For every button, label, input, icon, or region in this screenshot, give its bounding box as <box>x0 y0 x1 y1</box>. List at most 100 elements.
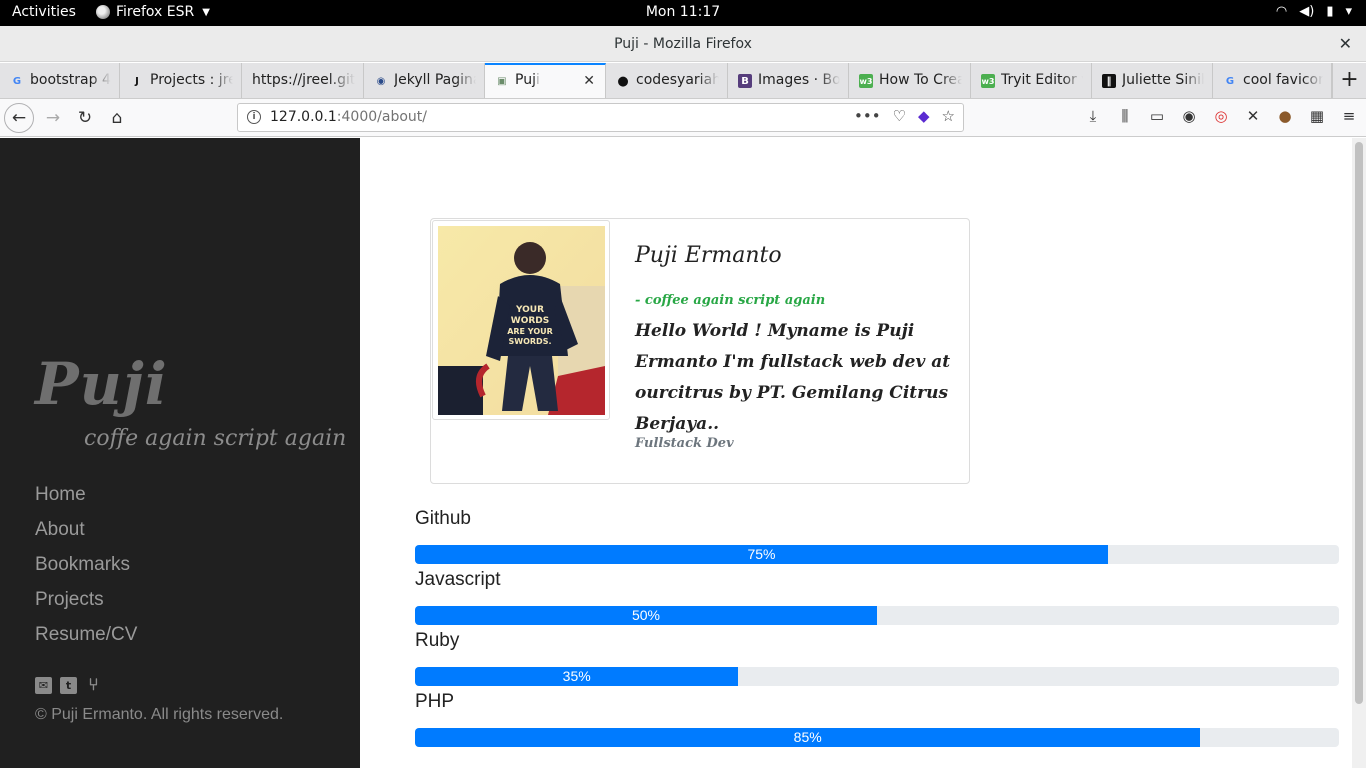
skill-label: Ruby <box>415 630 460 651</box>
url-path: :4000/about/ <box>336 109 427 125</box>
home-icon[interactable]: ⌂ <box>102 103 132 133</box>
tab-label: How To Crea <box>879 72 962 88</box>
bookmark-star-icon[interactable]: ☆ <box>942 107 955 125</box>
progress-bar: 35% <box>415 667 739 686</box>
tab-puji[interactable]: ▣ Puji ✕ <box>485 63 606 98</box>
battery-icon: ▮ <box>1326 4 1334 19</box>
window-close-icon[interactable]: ✕ <box>1339 34 1352 53</box>
tab-label: Tryit Editor v <box>1001 72 1083 88</box>
nav-toolbar: ← → ↻ ⌂ i 127.0.0.1:4000/about/ ••• ♡ ◆ … <box>0 99 1366 137</box>
progress-javascript: 50% <box>415 606 1339 625</box>
tab-projects[interactable]: J Projects : jre <box>120 63 242 98</box>
system-tray[interactable]: ◠ ◀) ▮ ▾ <box>1276 4 1352 19</box>
tab-label: Juliette Sinib <box>1122 72 1204 88</box>
email-icon[interactable]: ✉ <box>35 677 52 694</box>
site-nav: Home About Bookmarks Projects Resume/CV <box>35 484 137 659</box>
back-icon[interactable]: ← <box>4 103 34 133</box>
tab-jreel[interactable]: https://jreel.gith <box>242 63 364 98</box>
cookie-icon[interactable]: ● <box>1276 107 1294 125</box>
tab-label: cool favicon <box>1243 72 1323 88</box>
medium-icon: ‖ <box>1102 74 1116 88</box>
tab-strip: G bootstrap 4 J Projects : jre https://j… <box>0 63 1366 99</box>
jekyll-pagination-icon: ◉ <box>376 75 386 87</box>
nav-link-resume[interactable]: Resume/CV <box>35 624 137 659</box>
tab-how-to-create[interactable]: w3 How To Crea <box>849 63 971 98</box>
tab-label: bootstrap 4 <box>30 72 111 88</box>
github-icon: ● <box>617 73 629 89</box>
nav-link-home[interactable]: Home <box>35 484 137 519</box>
extension-red-icon[interactable]: ◎ <box>1212 107 1230 125</box>
shirt-text-1: YOUR <box>515 305 544 315</box>
close-tab-icon[interactable]: ✕ <box>583 73 595 89</box>
nav-link-projects[interactable]: Projects <box>35 589 137 624</box>
page-scrollbar[interactable] <box>1352 138 1366 768</box>
nav-link-about[interactable]: About <box>35 519 137 554</box>
w3schools-icon: w3 <box>859 74 873 88</box>
twitter-icon[interactable]: t <box>60 677 77 694</box>
window-title: Puji - Mozilla Firefox <box>614 36 752 52</box>
tab-bootstrap[interactable]: G bootstrap 4 <box>0 63 120 98</box>
download-icon[interactable]: ⤓ <box>1084 107 1102 125</box>
social-links: ✉ t ⑂ <box>35 677 102 694</box>
extension-icon[interactable]: ◆ <box>918 107 930 125</box>
skill-label: Github <box>415 508 471 529</box>
library-icon[interactable]: ⫼ <box>1116 107 1134 125</box>
shirt-text-4: SWORDS. <box>509 337 552 346</box>
sidebar-icon[interactable]: ▭ <box>1148 107 1166 125</box>
site-brand[interactable]: Puji <box>35 350 168 418</box>
tab-cool-favicon[interactable]: G cool favicon <box>1213 63 1332 98</box>
tab-images-bootstrap[interactable]: B Images · Boo <box>728 63 849 98</box>
x-extension-icon[interactable]: ✕ <box>1244 107 1262 125</box>
tab-tryit-editor[interactable]: w3 Tryit Editor v <box>971 63 1092 98</box>
profile-name: Puji Ermanto <box>635 243 782 268</box>
tab-codesyariah[interactable]: ● codesyariah1 <box>606 63 728 98</box>
forward-icon[interactable]: → <box>38 103 68 133</box>
menu-icon[interactable]: ≡ <box>1340 107 1358 125</box>
url-bar[interactable]: i 127.0.0.1:4000/about/ ••• ♡ ◆ ☆ <box>237 103 964 132</box>
qr-code-icon[interactable]: ▦ <box>1308 107 1326 125</box>
skill-label: PHP <box>415 691 455 712</box>
shirt-text-3: ARE YOUR <box>507 327 553 336</box>
volume-icon: ◀) <box>1299 4 1315 19</box>
copyright: © Puji Ermanto. All rights reserved. <box>35 706 284 723</box>
progress-bar: 50% <box>415 606 877 625</box>
tab-juliette[interactable]: ‖ Juliette Sinib <box>1092 63 1213 98</box>
progress-php: 85% <box>415 728 1339 747</box>
wifi-icon: ◠ <box>1275 4 1288 19</box>
bootstrap-icon: B <box>738 74 752 88</box>
profile-card: YOUR WORDS ARE YOUR SWORDS. Puji Ermanto… <box>430 218 970 484</box>
pocket-icon[interactable]: ♡ <box>893 107 906 125</box>
tab-label: https://jreel.gith <box>252 72 355 88</box>
progress-bar: 75% <box>415 545 1108 564</box>
scrollbar-thumb[interactable] <box>1355 142 1363 704</box>
shirt-text-2: WORDS <box>511 316 549 326</box>
tab-label: Puji <box>515 72 540 88</box>
google-icon: G <box>1225 75 1235 87</box>
account-icon[interactable]: ◉ <box>1180 107 1198 125</box>
profile-bio: Hello World ! Myname is Puji Ermanto I'm… <box>635 321 951 434</box>
nav-link-bookmarks[interactable]: Bookmarks <box>35 554 137 589</box>
page-actions-icon[interactable]: ••• <box>854 107 881 125</box>
profile-photo: YOUR WORDS ARE YOUR SWORDS. <box>432 220 610 420</box>
skill-label: Javascript <box>415 569 501 590</box>
chevron-down-icon: ▾ <box>1345 4 1352 19</box>
site-icon: ▣ <box>497 75 507 87</box>
reload-icon[interactable]: ↻ <box>70 103 100 133</box>
site-tagline: coffe again script again <box>84 426 347 451</box>
git-fork-icon[interactable]: ⑂ <box>85 677 102 694</box>
profile-role: Fullstack Dev <box>635 436 734 451</box>
site-info-icon[interactable]: i <box>247 110 261 124</box>
new-tab-icon[interactable]: + <box>1332 63 1366 98</box>
web-page: Puji coffe again script again Home About… <box>0 138 1366 768</box>
url-host: 127.0.0.1 <box>270 109 337 125</box>
clock[interactable]: Mon 11:17 <box>0 4 1366 20</box>
tab-label: codesyariah1 <box>636 72 719 88</box>
tab-label: Images · Boo <box>758 72 840 88</box>
url-text[interactable]: 127.0.0.1:4000/about/ <box>270 109 427 125</box>
progress-bar: 85% <box>415 728 1201 747</box>
window-titlebar: Puji - Mozilla Firefox ✕ <box>0 26 1366 62</box>
progress-github: 75% <box>415 545 1339 564</box>
progress-ruby: 35% <box>415 667 1339 686</box>
tab-jekyll-pagination[interactable]: ◉ Jekyll Pagina <box>364 63 485 98</box>
profile-quote: - coffee again script again <box>635 293 826 308</box>
